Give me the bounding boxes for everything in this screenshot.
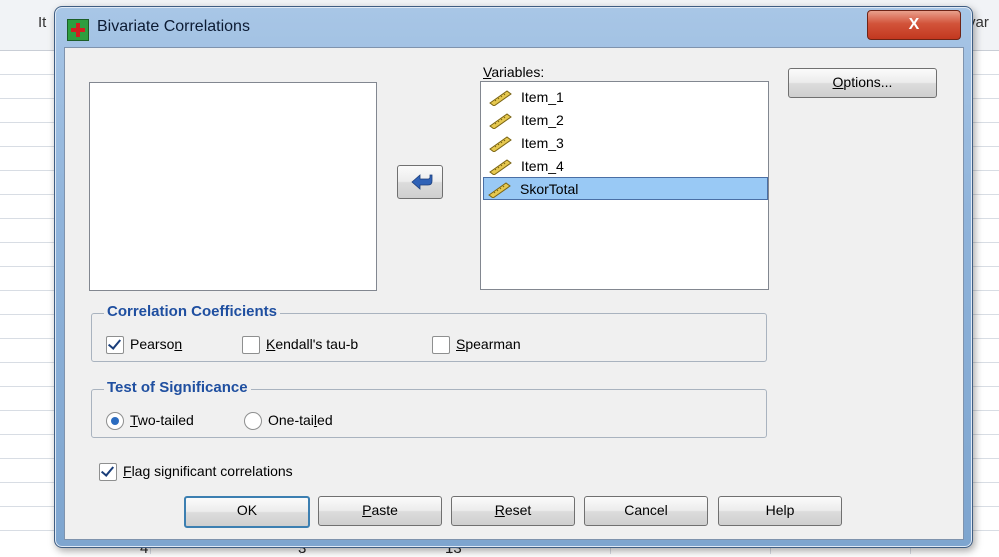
variable-item-item-1[interactable]: Item_1: [485, 86, 764, 108]
kendall-label[interactable]: Kendall's tau-b: [266, 336, 358, 352]
pearson-label[interactable]: Pearson: [130, 336, 182, 352]
variable-label: Item_4: [521, 158, 564, 174]
ok-button[interactable]: OK: [184, 496, 310, 528]
bivariate-correlations-dialog: Bivariate Correlations X Variables: Item…: [54, 6, 973, 548]
ruler-icon: [489, 113, 512, 129]
source-variable-list[interactable]: [89, 82, 377, 291]
dialog-client-area: Variables: Item_1 Item_2 Item_3 Item_4 S…: [64, 47, 964, 540]
dialog-title: Bivariate Correlations: [97, 18, 250, 35]
two-tailed-radio[interactable]: [106, 412, 124, 430]
flag-significant-label[interactable]: Flag significant correlations: [123, 463, 293, 479]
variable-item-item-4[interactable]: Item_4: [485, 155, 764, 177]
help-button[interactable]: Help: [718, 496, 842, 526]
variable-item-skortotal[interactable]: SkorTotal: [483, 177, 768, 200]
spearman-label[interactable]: Spearman: [456, 336, 521, 352]
ruler-icon: [488, 182, 511, 198]
variable-item-item-3[interactable]: Item_3: [485, 132, 764, 154]
ruler-icon: [489, 136, 512, 152]
reset-button[interactable]: Reset: [451, 496, 575, 526]
variables-label: Variables:: [483, 64, 545, 80]
variable-label: Item_1: [521, 89, 564, 105]
group-title: Test of Significance: [104, 379, 251, 396]
spearman-checkbox[interactable]: [432, 336, 450, 354]
variable-label: Item_3: [521, 135, 564, 151]
variable-item-item-2[interactable]: Item_2: [485, 109, 764, 131]
close-button[interactable]: X: [867, 10, 961, 40]
move-variable-button[interactable]: [397, 165, 443, 199]
title-bar[interactable]: Bivariate Correlations X: [55, 7, 972, 47]
variable-label: SkorTotal: [520, 181, 579, 197]
pearson-checkbox[interactable]: [106, 336, 124, 354]
cancel-button[interactable]: Cancel: [584, 496, 708, 526]
one-tailed-radio[interactable]: [244, 412, 262, 430]
correlation-coefficients-group: Correlation Coefficients Pearson Kendall…: [91, 303, 767, 362]
one-tailed-label[interactable]: One-tailed: [268, 412, 333, 428]
column-header-it: It: [38, 14, 47, 31]
variables-list[interactable]: Item_1 Item_2 Item_3 Item_4 SkorTotal: [480, 81, 769, 290]
ruler-icon: [489, 90, 512, 106]
test-of-significance-group: Test of Significance Two-tailed One-tail…: [91, 379, 767, 438]
arrow-left-icon: [411, 174, 433, 190]
variable-label: Item_2: [521, 112, 564, 128]
kendall-checkbox[interactable]: [242, 336, 260, 354]
app-icon: [67, 19, 89, 41]
options-button[interactable]: Options...: [788, 68, 937, 98]
two-tailed-label[interactable]: Two-tailed: [130, 412, 194, 428]
group-title: Correlation Coefficients: [104, 303, 281, 320]
flag-significant-checkbox[interactable]: [99, 463, 117, 481]
ruler-icon: [489, 159, 512, 175]
paste-button[interactable]: Paste: [318, 496, 442, 526]
